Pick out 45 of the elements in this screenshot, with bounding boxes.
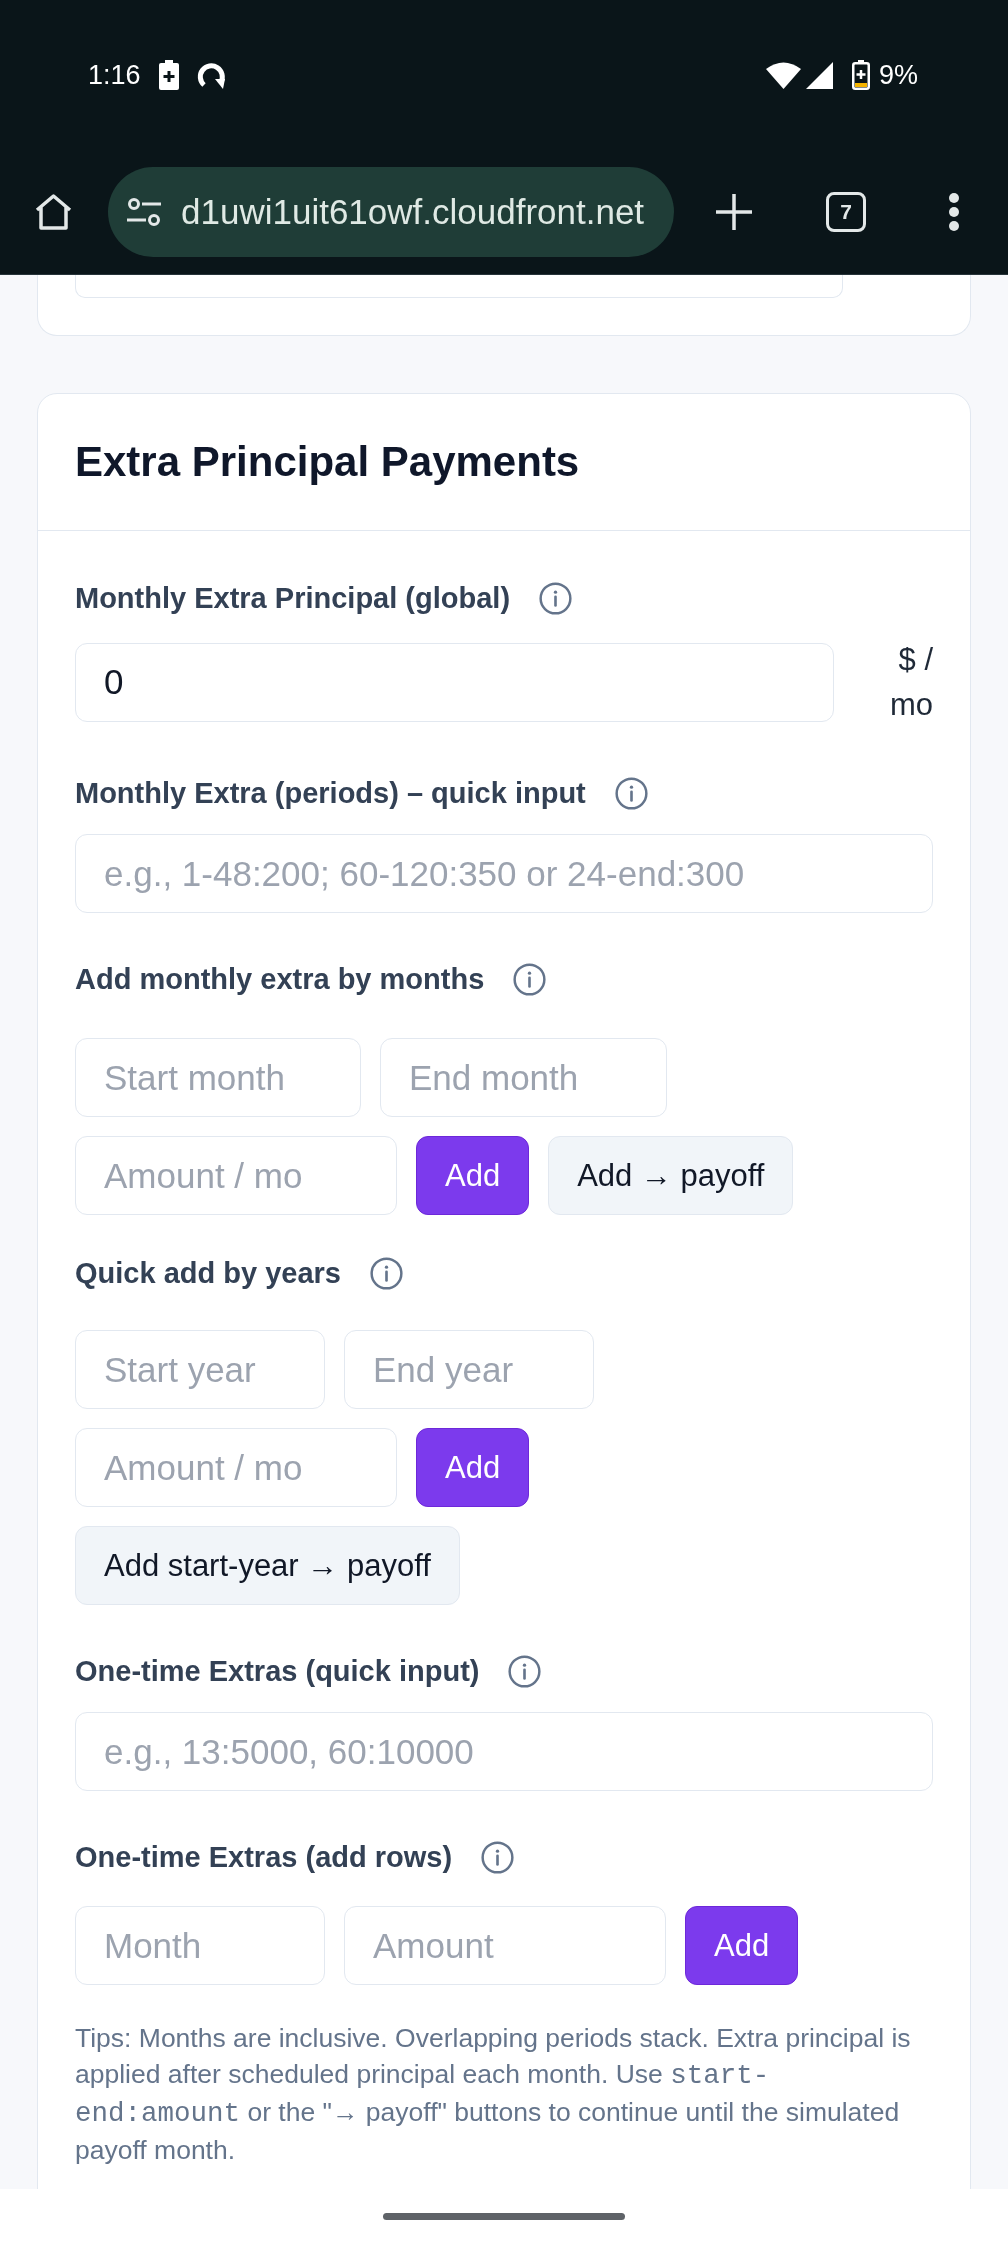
input-field[interactable]: End year [344, 1330, 594, 1409]
input-field[interactable]: e.g., 1-48:200; 60-120:350 or 24-end:300 [75, 834, 933, 913]
input-field[interactable]: 0 [75, 642, 834, 722]
add-button[interactable]: Add [416, 1136, 530, 1215]
payoff-button[interactable]: Add → payoff [548, 1136, 794, 1215]
input-field[interactable]: Start year [75, 1330, 325, 1409]
battery-charging-icon [158, 60, 179, 90]
address-bar[interactable]: d1uwi1uit61owf.cloudfront.net [108, 167, 674, 257]
add-button[interactable]: Add [416, 1428, 530, 1507]
info-icon[interactable] [369, 1256, 403, 1290]
info-icon[interactable] [481, 1840, 515, 1874]
field-label: Monthly Extra Principal (global) [75, 581, 511, 615]
field-label: One-time Extras (add rows) [75, 1840, 453, 1874]
card-title: Extra Principal Payments [75, 438, 580, 486]
more-menu-icon[interactable] [948, 192, 960, 232]
input-field[interactable]: Start month [75, 1038, 361, 1117]
tips-text: Tips: Months are inclusive. Overlapping periods stack. Extra principal is applied after scheduled principal each month. Use start-end:amount or the "→ payoff" buttons to continue until the simulated payoff month. [75, 2022, 912, 2167]
unit-label: $ / mo [888, 641, 933, 724]
input-field[interactable]: e.g., 13:5000, 60:10000 [75, 1712, 933, 1791]
tab-count-button[interactable]: 7 [826, 192, 866, 232]
input-field[interactable]: Amount [344, 1906, 666, 1985]
field-label: One-time Extras (quick input) [75, 1654, 480, 1688]
input-field[interactable]: Amount / mo [75, 1428, 397, 1507]
sliders-icon[interactable] [127, 197, 161, 227]
signal-icon [805, 61, 833, 89]
input-field[interactable]: End month [380, 1038, 667, 1117]
info-icon[interactable] [614, 776, 648, 810]
info-icon[interactable] [508, 1654, 542, 1688]
circular-arrow-icon [196, 60, 227, 90]
payoff-button[interactable]: Add start-year → payoff [75, 1526, 460, 1605]
info-icon[interactable] [513, 962, 547, 996]
battery-icon [851, 60, 870, 90]
input-field[interactable]: Amount / mo [75, 1136, 397, 1215]
status-time: 1:16 [88, 61, 141, 89]
field-label: Monthly Extra (periods) – quick input [75, 776, 586, 810]
plus-icon[interactable] [716, 194, 752, 230]
field-label: Quick add by years [75, 1256, 341, 1290]
add-button[interactable]: Add [685, 1906, 799, 1985]
battery-percent: 9% [878, 61, 918, 89]
input-field[interactable]: Month [75, 1906, 325, 1985]
info-icon[interactable] [539, 581, 573, 615]
wifi-icon [765, 61, 801, 89]
input-field[interactable] [75, 275, 843, 298]
home-icon[interactable] [33, 193, 74, 231]
field-label: Add monthly extra by months [75, 962, 485, 996]
